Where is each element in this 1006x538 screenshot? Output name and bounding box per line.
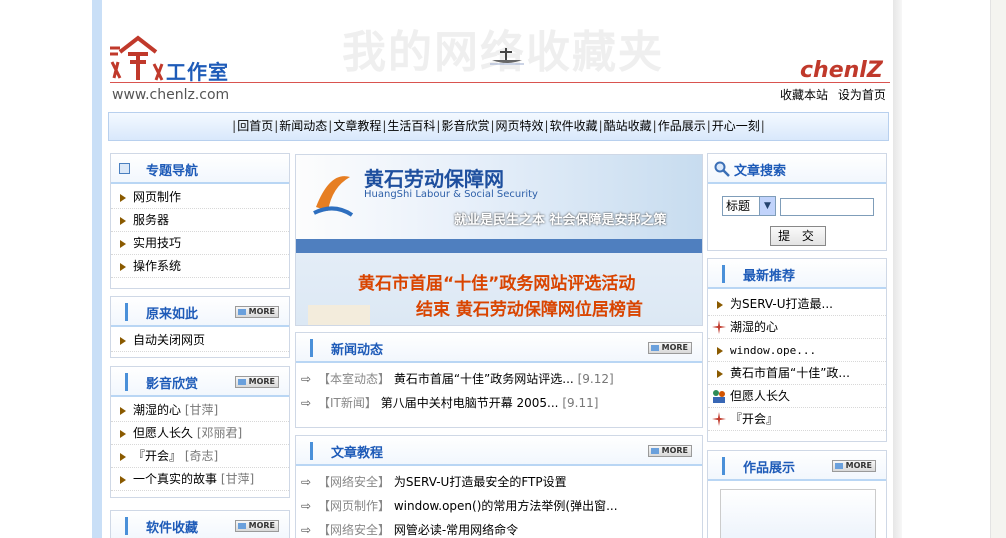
song-item[interactable]: 一个真实的故事 [甘萍] — [111, 468, 289, 491]
topic-item[interactable]: 网页制作 — [111, 186, 289, 209]
more-button[interactable]: MORE — [648, 445, 692, 457]
logo-text: 工作室 — [166, 60, 229, 84]
yuanlai-title: 原来如此 — [146, 307, 199, 322]
news-box: 新闻动态 MORE 【本室动态】 黄石市首届“十佳”政务网站评选... [9.12… — [295, 332, 703, 428]
recommend-item[interactable]: 『开会』 — [708, 408, 886, 431]
set-homepage-link[interactable]: 设为首页 — [838, 88, 886, 102]
works-title: 作品展示 — [743, 461, 796, 476]
recommend-item[interactable]: 潮湿的心 — [708, 316, 886, 339]
nav-square-icon — [119, 163, 130, 174]
articles-title: 文章教程 — [331, 446, 384, 461]
recommend-item[interactable]: 黄石市首届“十佳”政... — [708, 362, 886, 385]
boat-icon — [490, 48, 524, 65]
article-item[interactable]: 【网络安全】 为SERV-U打造最安全的FTP设置 — [296, 470, 702, 494]
recommend-item[interactable]: 但愿人长久 — [708, 385, 886, 408]
media-title: 影音欣赏 — [146, 377, 199, 392]
recommend-item[interactable]: 为SERV-U打造最... — [708, 293, 886, 316]
hero-caption-1: 黄石市首届“十佳”政务网站评选活动 — [358, 274, 636, 294]
hero-title: 黄石劳动保障网 — [364, 167, 504, 191]
nav-fun[interactable]: 开心一刻 — [712, 119, 760, 133]
nav-software[interactable]: 软件收藏 — [550, 119, 598, 133]
right-border — [893, 0, 902, 538]
page: 工作室 我的网络收藏夹 chenlZ www.chenlz.com 收藏本站 设… — [102, 0, 893, 538]
nav-articles[interactable]: 文章教程 — [333, 119, 381, 133]
people-icon — [713, 390, 725, 403]
nav-effects[interactable]: 网页特效 — [496, 119, 544, 133]
news-item[interactable]: 【本室动态】 黄石市首届“十佳”政务网站评选... [9.12] — [296, 367, 702, 391]
media-box: 影音欣赏 MORE 潮湿的心 [甘萍] 但愿人长久 [邓丽君] 『开会』 [奇志]… — [110, 366, 290, 498]
top-links: 收藏本站 设为首页 — [780, 86, 886, 103]
recommend-title: 最新推荐 — [743, 269, 796, 284]
nav-works[interactable]: 作品展示 — [658, 119, 706, 133]
topic-item[interactable]: 服务器 — [111, 209, 289, 232]
search-icon — [714, 161, 730, 177]
yuanlai-box: 原来如此 MORE 自动关闭网页 — [110, 296, 290, 358]
left-border — [92, 0, 102, 538]
hero-subtitle: HuangShi Labour & Social Security — [364, 189, 538, 200]
main-nav: |回首页|新闻动态|文章教程|生活百科|影音欣赏|网页特效|软件收藏|酷站收藏|… — [108, 112, 889, 141]
works-box: 作品展示 MORE — [707, 450, 887, 538]
song-item[interactable]: 潮湿的心 [甘萍] — [111, 399, 289, 422]
yuanlai-item[interactable]: 自动关闭网页 — [111, 329, 289, 352]
software-title: 软件收藏 — [146, 521, 199, 536]
song-item[interactable]: 但愿人长久 [邓丽君] — [111, 422, 289, 445]
more-button[interactable]: MORE — [832, 460, 876, 472]
nav-home[interactable]: 回首页 — [237, 119, 273, 133]
software-box: 软件收藏 MORE — [110, 510, 290, 538]
topics-title: 专题导航 — [146, 164, 199, 179]
hero-caption-2: 结束 黄石劳动保障网位居榜首 — [416, 300, 643, 320]
scrollbar[interactable] — [990, 0, 1006, 538]
recommend-item[interactable]: window.ope... — [708, 339, 886, 362]
flower-icon — [712, 320, 726, 334]
logo-icon — [110, 35, 164, 81]
brand-logo: chenlZ — [800, 58, 883, 83]
search-input[interactable] — [780, 198, 874, 216]
chevron-down-icon[interactable]: ▼ — [759, 197, 775, 215]
site-domain: www.chenlz.com — [112, 87, 230, 103]
header-divider — [110, 82, 890, 83]
topic-item[interactable]: 操作系统 — [111, 255, 289, 278]
search-box: 文章搜索 标题 ▼ 提 交 — [707, 153, 887, 251]
bookmark-link[interactable]: 收藏本站 — [780, 88, 828, 102]
article-item[interactable]: 【网络安全】 网管必读-常用网络命令 — [296, 518, 702, 538]
news-title: 新闻动态 — [331, 343, 384, 358]
search-field-select[interactable]: 标题 ▼ — [722, 196, 776, 216]
more-button[interactable]: MORE — [235, 520, 279, 532]
article-item[interactable]: 【网页制作】 window.open()的常用方法举例(弹出窗... — [296, 494, 702, 518]
nav-news[interactable]: 新闻动态 — [279, 119, 327, 133]
nav-media[interactable]: 影音欣赏 — [441, 119, 489, 133]
submit-button[interactable]: 提 交 — [770, 226, 826, 246]
news-item[interactable]: 【IT新闻】 第八届中关村电脑节开幕 2005... [9.11] — [296, 391, 702, 415]
more-button[interactable]: MORE — [235, 306, 279, 318]
search-title: 文章搜索 — [734, 164, 787, 179]
more-button[interactable]: MORE — [235, 376, 279, 388]
topic-item[interactable]: 实用技巧 — [111, 232, 289, 255]
header: 工作室 我的网络收藏夹 chenlZ www.chenlz.com 收藏本站 设… — [102, 0, 893, 108]
hero-slogan: 就业是民生之本 社会保障是安邦之策 — [454, 213, 667, 228]
hero-logo-icon — [313, 176, 354, 217]
hero-banner[interactable]: 黄石劳动保障网 HuangShi Labour & Social Securit… — [295, 154, 703, 326]
topics-box: 专题导航 网页制作 服务器 实用技巧 操作系统 — [110, 153, 290, 289]
articles-box: 文章教程 MORE 【网络安全】 为SERV-U打造最安全的FTP设置 【网页制作… — [295, 435, 703, 538]
work-thumbnail[interactable] — [720, 489, 876, 538]
nav-life[interactable]: 生活百科 — [387, 119, 435, 133]
flower-icon — [712, 412, 726, 426]
nav-cool-sites[interactable]: 酷站收藏 — [604, 119, 652, 133]
more-button[interactable]: MORE — [648, 342, 692, 354]
recommend-box: 最新推荐 为SERV-U打造最... 潮湿的心 window.ope... 黄石市… — [707, 258, 887, 442]
song-item[interactable]: 『开会』 [奇志] — [111, 445, 289, 468]
